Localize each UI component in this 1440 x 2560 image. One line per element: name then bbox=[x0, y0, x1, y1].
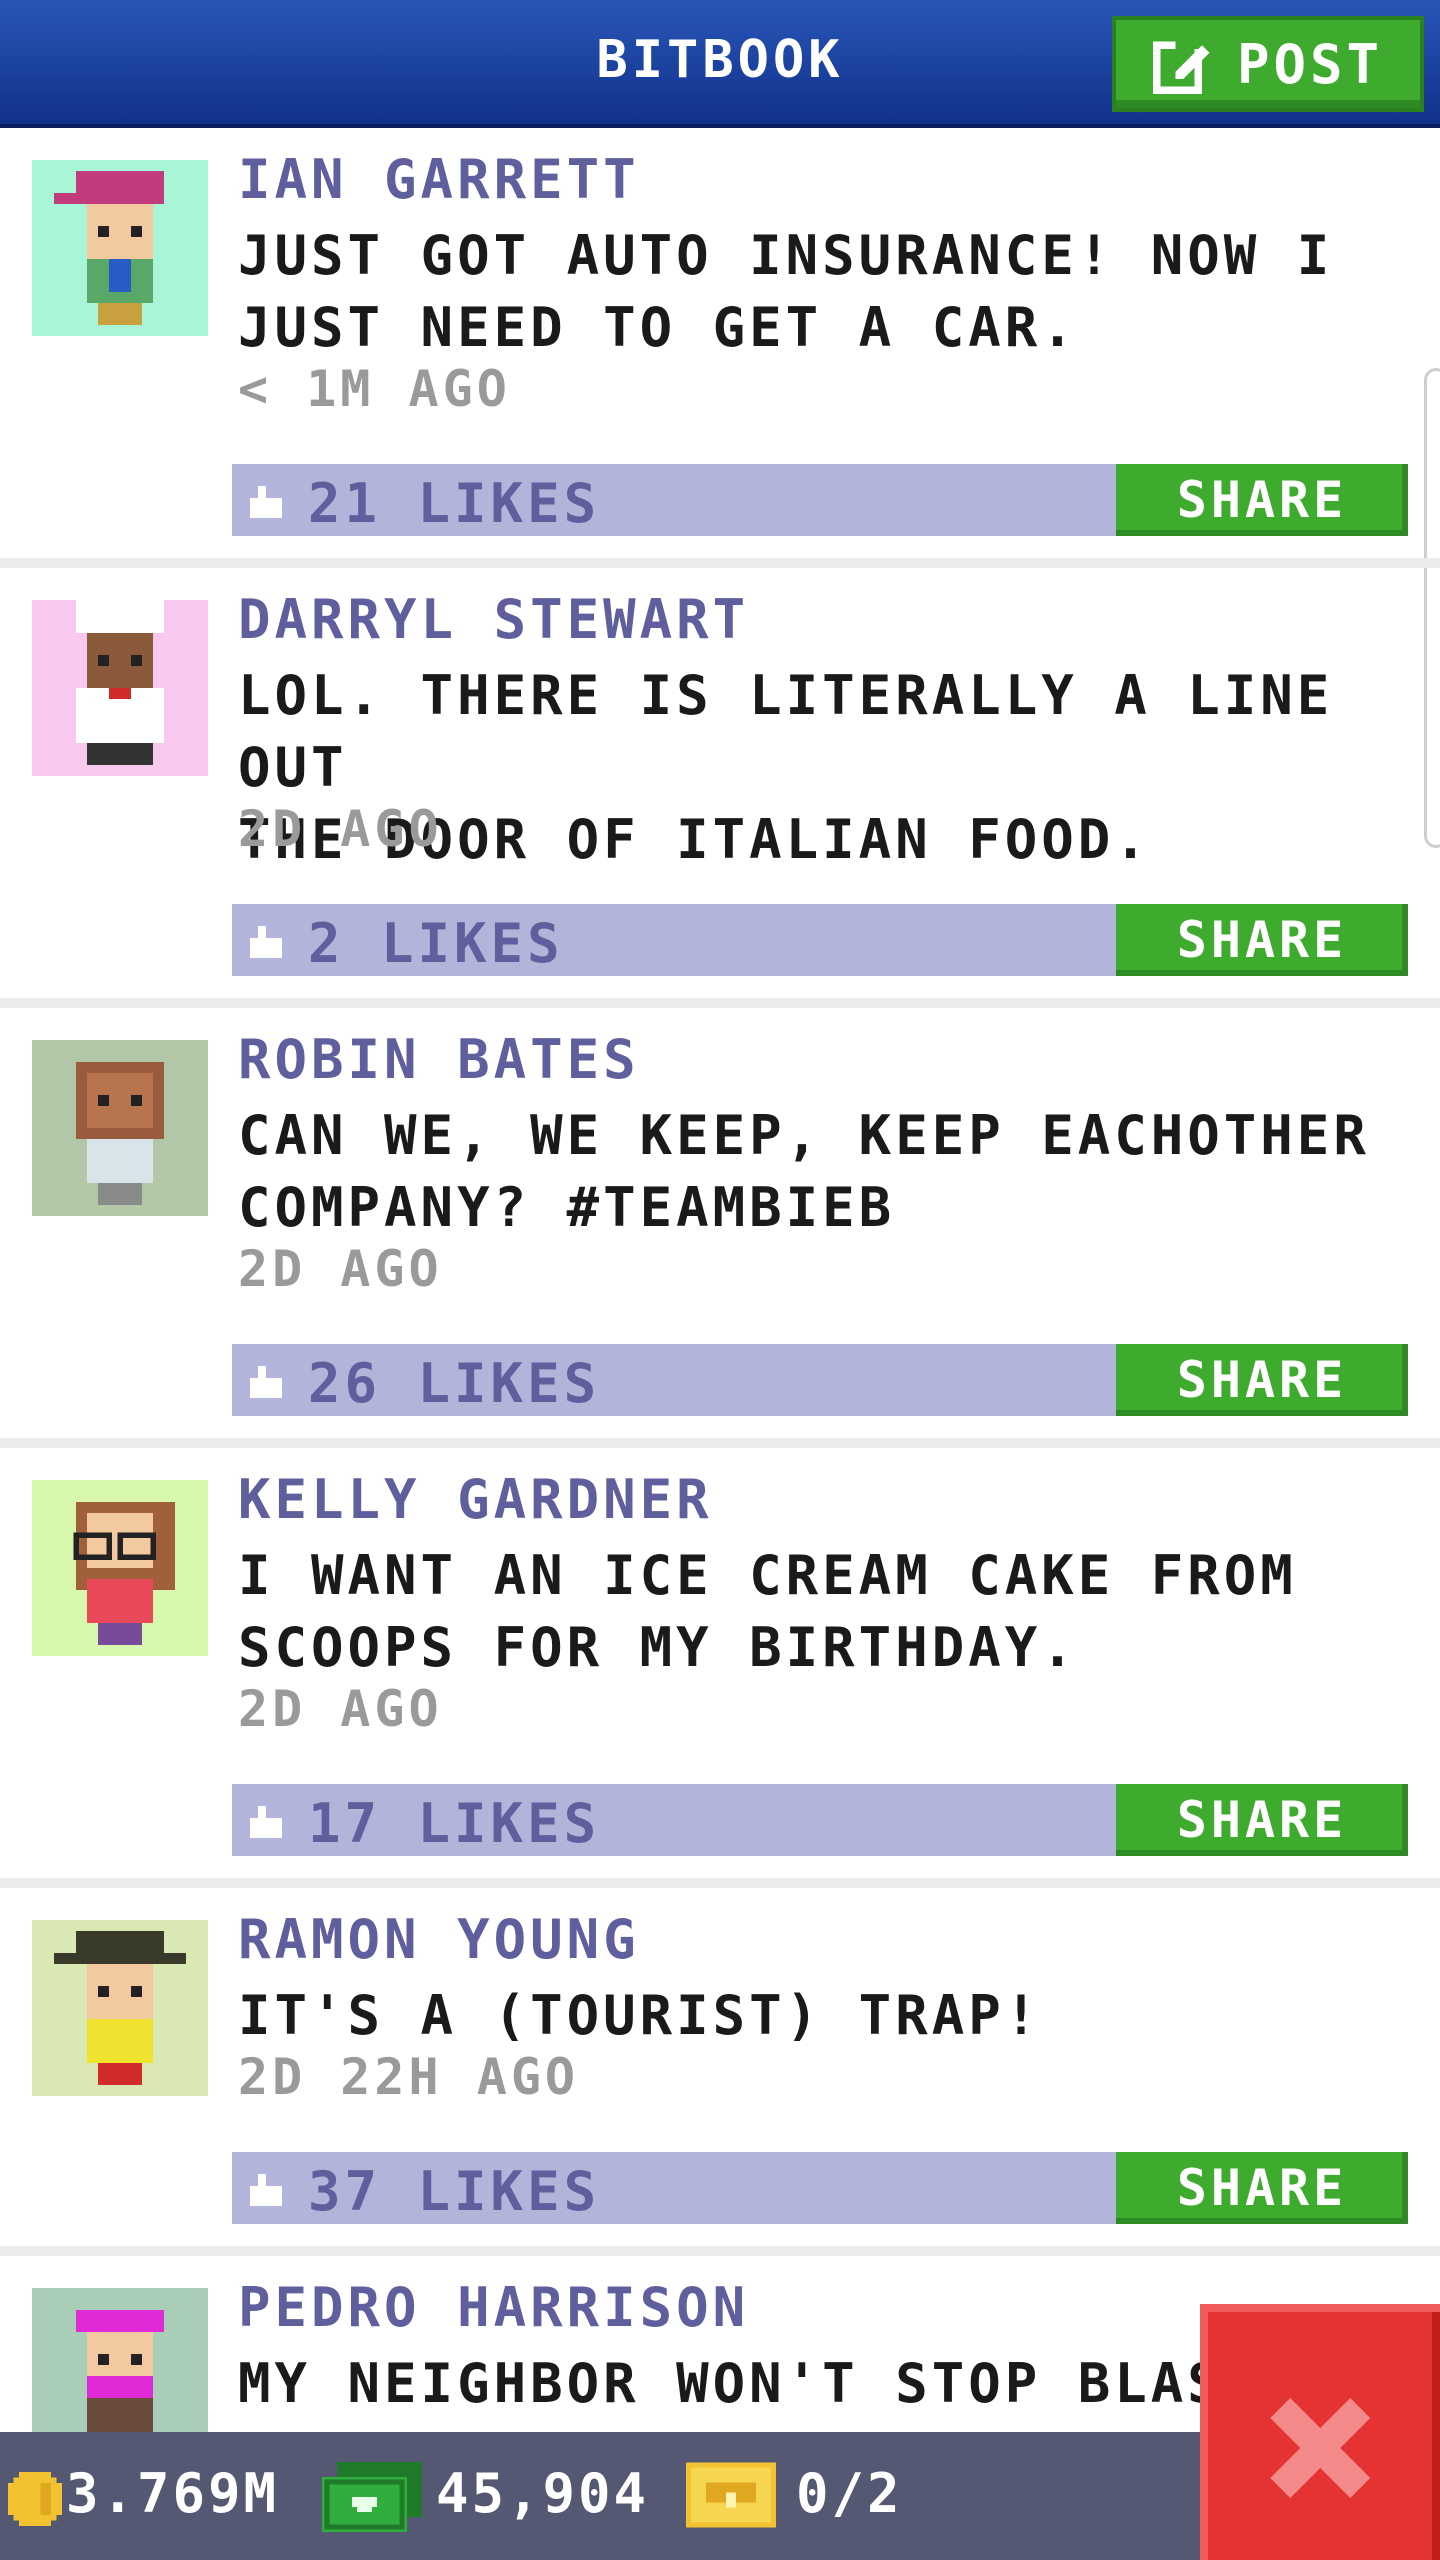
post-author[interactable]: KELLY GARDNER bbox=[238, 1468, 713, 1531]
avatar[interactable] bbox=[32, 160, 208, 336]
post-time: 2D 22H AGO bbox=[238, 2048, 580, 2106]
post-button[interactable]: POST bbox=[1112, 16, 1424, 112]
post-actions-bar: 26 LIKES SHARE bbox=[232, 1344, 1408, 1416]
likes-count: 17 LIKES bbox=[308, 1792, 601, 1855]
thumbs-up-icon[interactable] bbox=[246, 1362, 286, 1402]
likes-count: 2 LIKES bbox=[308, 912, 564, 975]
close-icon bbox=[1270, 2398, 1370, 2498]
post-message: I WANT AN ICE CREAM CAKE FROM SCOOPS FOR… bbox=[238, 1544, 1297, 1679]
post-actions-bar: 17 LIKES SHARE bbox=[232, 1784, 1408, 1856]
likes-count: 26 LIKES bbox=[308, 1352, 601, 1415]
post-actions-bar: 21 LIKES SHARE bbox=[232, 464, 1408, 536]
post-item: ROBIN BATES CAN WE, WE KEEP, KEEP EACHOT… bbox=[0, 1008, 1440, 1448]
thumbs-up-icon[interactable] bbox=[246, 1802, 286, 1842]
post-time: 2D AGO bbox=[238, 800, 443, 858]
likes-count: 21 LIKES bbox=[308, 472, 601, 535]
bux-count: 45,904 bbox=[436, 2462, 650, 2525]
avatar[interactable] bbox=[32, 1040, 208, 1216]
avatar[interactable] bbox=[32, 600, 208, 776]
post-button-label: POST bbox=[1236, 32, 1384, 96]
post-author[interactable]: PEDRO HARRISON bbox=[238, 2276, 749, 2339]
compose-icon bbox=[1152, 37, 1210, 94]
share-button[interactable]: SHARE bbox=[1116, 1344, 1408, 1416]
post-actions-bar: 37 LIKES SHARE bbox=[232, 2152, 1408, 2224]
tickets-count: 0/2 bbox=[796, 2462, 903, 2525]
post-author[interactable]: DARRYL STEWART bbox=[238, 588, 749, 651]
likes-count: 37 LIKES bbox=[308, 2160, 601, 2223]
post-author[interactable]: RAMON YOUNG bbox=[238, 1908, 640, 1971]
ticket-icon bbox=[686, 2462, 776, 2528]
post-message: IT'S A (TOURIST) TRAP! bbox=[238, 1984, 1042, 2047]
avatar[interactable] bbox=[32, 1920, 208, 2096]
app-header: BITBOOK POST bbox=[0, 0, 1440, 128]
post-author[interactable]: IAN GARRETT bbox=[238, 148, 640, 211]
post-author[interactable]: ROBIN BATES bbox=[238, 1028, 640, 1091]
coin-icon bbox=[8, 2472, 62, 2526]
post-time: 2D AGO bbox=[238, 1240, 443, 1298]
thumbs-up-icon[interactable] bbox=[246, 922, 286, 962]
thumbs-up-icon[interactable] bbox=[246, 482, 286, 522]
post-item: DARRYL STEWART LOL. THERE IS LITERALLY A… bbox=[0, 568, 1440, 1008]
share-button[interactable]: SHARE bbox=[1116, 464, 1408, 536]
coins-count: 3.769M bbox=[66, 2462, 280, 2525]
post-time: < 1M AGO bbox=[238, 360, 511, 418]
post-item: IAN GARRETT JUST GOT AUTO INSURANCE! NOW… bbox=[0, 128, 1440, 568]
post-message: JUST GOT AUTO INSURANCE! NOW I JUST NEED… bbox=[238, 224, 1334, 359]
share-button[interactable]: SHARE bbox=[1116, 1784, 1408, 1856]
thumbs-up-icon[interactable] bbox=[246, 2170, 286, 2210]
avatar[interactable] bbox=[32, 1480, 208, 1656]
share-button[interactable]: SHARE bbox=[1116, 904, 1408, 976]
bux-icon bbox=[322, 2462, 422, 2532]
share-button[interactable]: SHARE bbox=[1116, 2152, 1408, 2224]
post-item: RAMON YOUNG IT'S A (TOURIST) TRAP! 2D 22… bbox=[0, 1888, 1440, 2256]
post-message: CAN WE, WE KEEP, KEEP EACHOTHER COMPANY?… bbox=[238, 1104, 1370, 1239]
post-actions-bar: 2 LIKES SHARE bbox=[232, 904, 1408, 976]
close-button[interactable] bbox=[1200, 2304, 1440, 2560]
post-time: 2D AGO bbox=[238, 1680, 443, 1738]
post-item: KELLY GARDNER I WANT AN ICE CREAM CAKE F… bbox=[0, 1448, 1440, 1888]
